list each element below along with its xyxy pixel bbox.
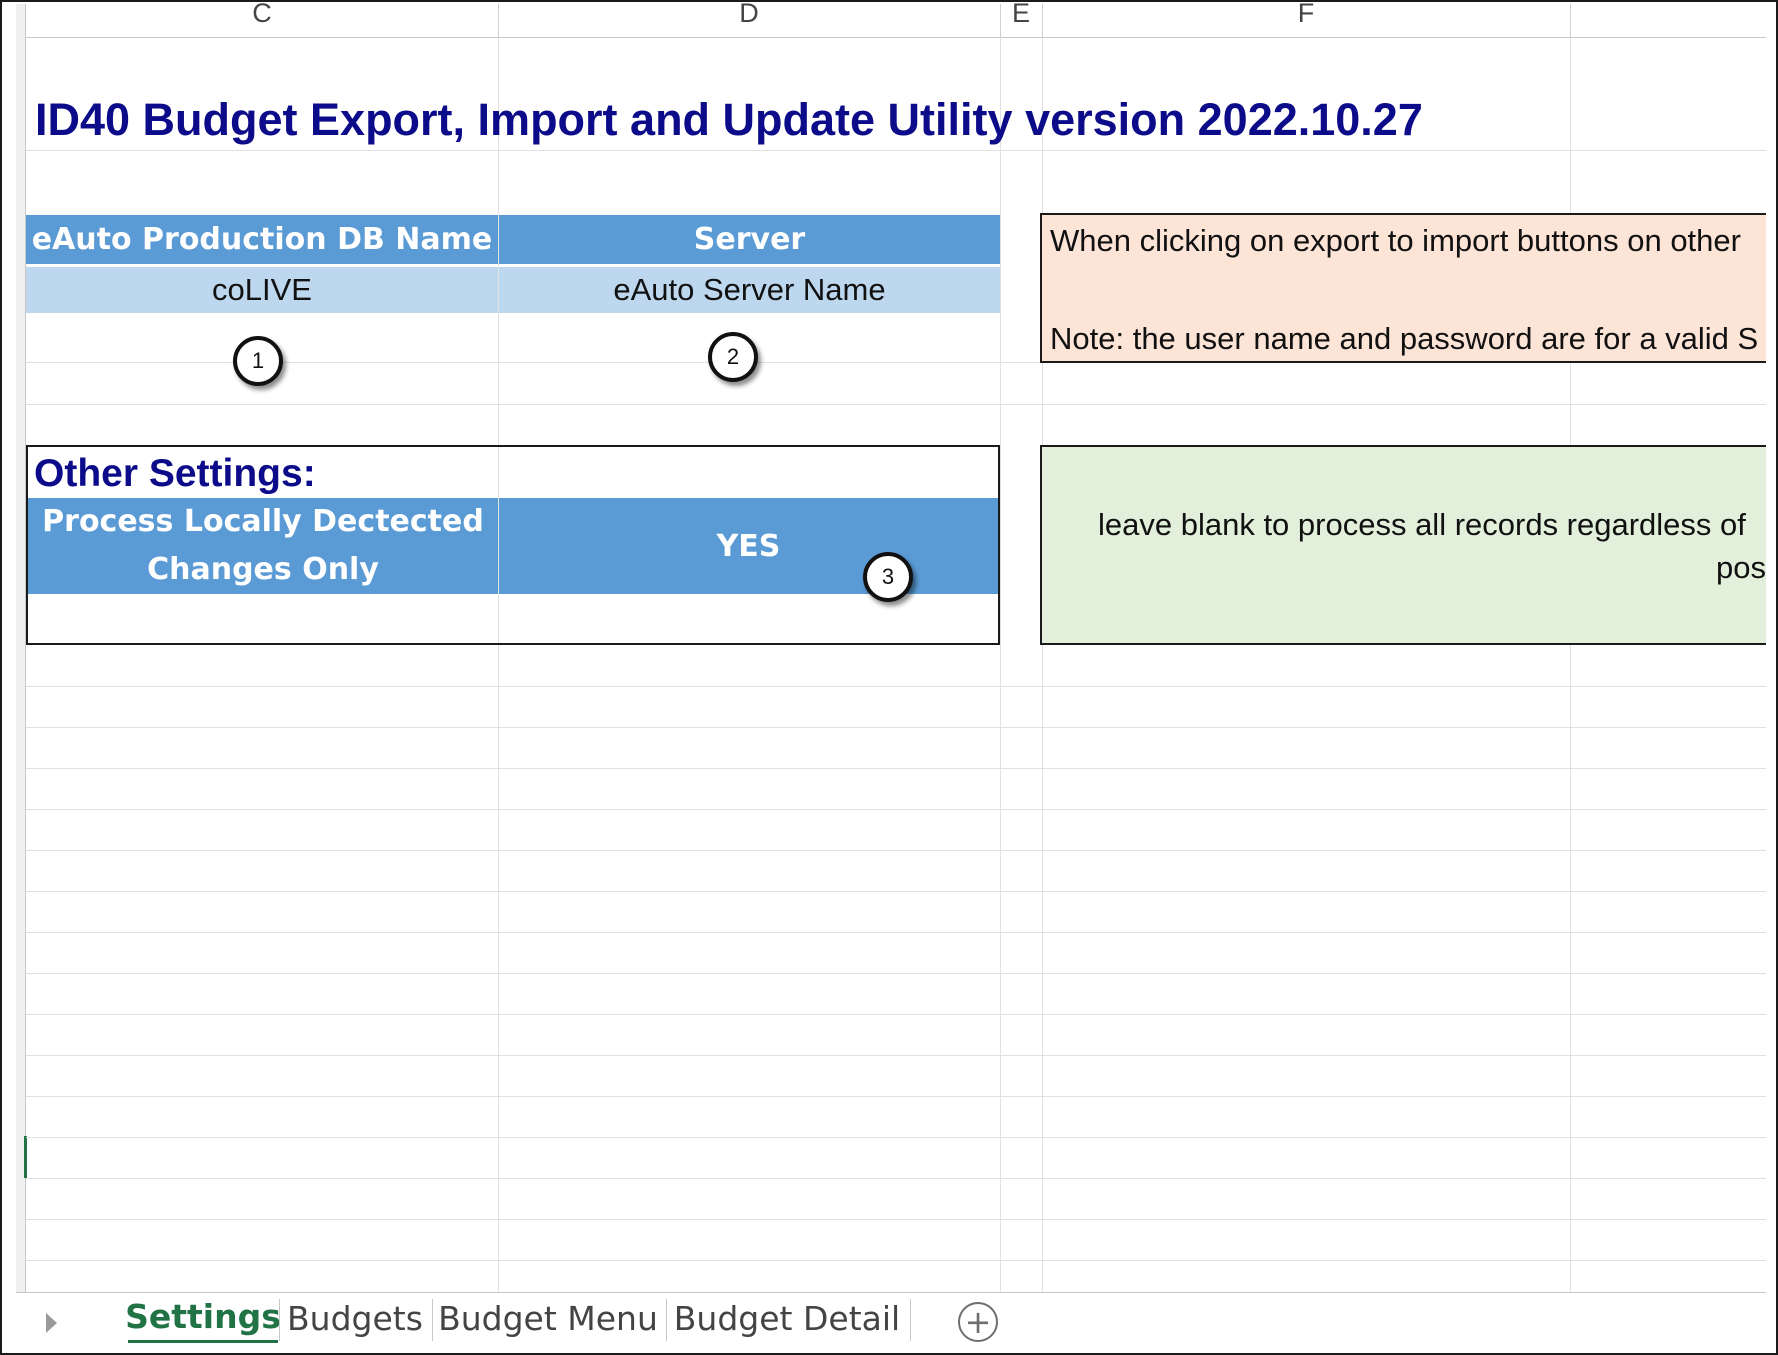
other-settings-label[interactable]: Other Settings: bbox=[34, 452, 316, 496]
page-title[interactable]: ID40 Budget Export, Import and Update Ut… bbox=[35, 94, 1423, 146]
process-local-changes-label-cell[interactable]: Process Locally Dectected Changes Only bbox=[28, 498, 498, 594]
db-name-header-cell[interactable]: eAuto Production DB Name bbox=[26, 215, 498, 264]
sheet-tab-settings[interactable]: Settings bbox=[125, 1293, 281, 1343]
column-header-d[interactable]: D bbox=[498, 2, 1000, 30]
sheet-tab-budget-menu[interactable]: Budget Menu bbox=[433, 1293, 663, 1343]
column-header-e[interactable]: E bbox=[1000, 2, 1042, 30]
active-row-indicator bbox=[24, 1136, 27, 1178]
process-local-changes-value-cell[interactable]: YES bbox=[499, 498, 998, 594]
scroll-tabs-left-icon[interactable] bbox=[46, 1313, 57, 1333]
sheet-tab-budgets[interactable]: Budgets bbox=[280, 1293, 430, 1343]
setting-label-line2: Changes Only bbox=[147, 552, 379, 587]
row-header-strip[interactable] bbox=[16, 4, 26, 1294]
note-green-line2: pos bbox=[1716, 550, 1766, 585]
note-orange-line1: When clicking on export to import button… bbox=[1050, 223, 1741, 258]
note-green-line1: leave blank to process all records regar… bbox=[1098, 507, 1746, 542]
note-orange-line2: Note: the user name and password are for… bbox=[1050, 321, 1759, 356]
note-orange-box[interactable]: When clicking on export to import button… bbox=[1040, 213, 1766, 363]
callout-marker-1: 1 bbox=[233, 336, 283, 386]
tab-separator bbox=[910, 1299, 911, 1341]
db-name-value-cell[interactable]: coLIVE bbox=[26, 267, 498, 313]
setting-label-line1: Process Locally Dectected bbox=[42, 504, 484, 539]
note-green-box[interactable]: leave blank to process all records regar… bbox=[1040, 445, 1766, 645]
sheet-tab-bar: Settings Budgets Budget Menu Budget Deta… bbox=[16, 1292, 1766, 1353]
callout-marker-3: 3 bbox=[863, 552, 913, 602]
server-value-cell[interactable]: eAuto Server Name bbox=[499, 267, 1000, 313]
server-header-cell[interactable]: Server bbox=[499, 215, 1000, 264]
sheet-tab-budget-detail[interactable]: Budget Detail bbox=[667, 1293, 907, 1343]
column-header-bar: C D E F bbox=[26, 2, 1766, 38]
column-separator[interactable] bbox=[1570, 4, 1571, 38]
add-sheet-icon[interactable]: + bbox=[958, 1302, 998, 1342]
spreadsheet-window: C D E F ID40 Budget Export, Import and U… bbox=[0, 0, 1778, 1355]
column-header-c[interactable]: C bbox=[26, 2, 498, 30]
callout-marker-2: 2 bbox=[708, 332, 758, 382]
column-header-f[interactable]: F bbox=[1042, 2, 1570, 30]
